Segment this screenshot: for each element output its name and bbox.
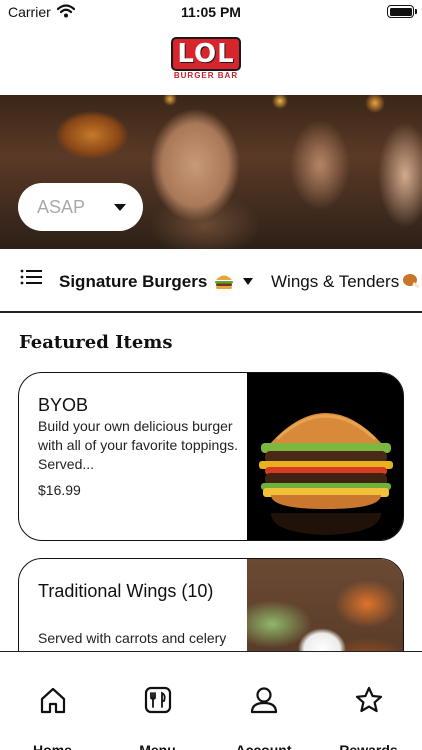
tab-rewards[interactable]: Rewards: [316, 652, 421, 750]
tab-label: Home: [33, 742, 72, 750]
battery-icon: [387, 5, 417, 18]
bottom-tab-bar: Home Menu Account Rewards: [0, 651, 422, 750]
item-description: Served with carrots and celery: [38, 630, 227, 646]
category-list-icon[interactable]: [20, 269, 42, 287]
clock: 11:05 PM: [181, 4, 241, 20]
brand-logo: LOL BURGER BAR: [171, 37, 241, 81]
order-time-selector[interactable]: ASAP: [18, 183, 143, 231]
category-dropdown-icon[interactable]: [243, 278, 253, 285]
account-icon: [250, 687, 278, 714]
category-divider: [0, 311, 422, 313]
order-time-value: ASAP: [37, 197, 86, 217]
chevron-down-icon: [114, 204, 126, 211]
tab-label: Menu: [139, 742, 176, 750]
menu-icon: [144, 686, 172, 714]
category-tab-wings-tenders[interactable]: Wings & Tenders: [271, 272, 399, 292]
drumstick-icon: [403, 274, 420, 289]
item-price: $16.99: [38, 482, 81, 498]
item-name: Traditional Wings (10): [38, 581, 214, 601]
tab-menu[interactable]: Menu: [105, 652, 210, 750]
tab-label: Rewards: [339, 742, 398, 750]
item-name: BYOB: [38, 395, 89, 415]
hero-lights: [0, 95, 422, 115]
tab-account[interactable]: Account: [211, 652, 316, 750]
burger-icon: [215, 275, 233, 289]
star-icon: [355, 686, 383, 713]
category-tab-signature-burgers[interactable]: Signature Burgers: [59, 272, 207, 292]
featured-item-card[interactable]: BYOB Build your own delicious burger wit…: [18, 372, 404, 541]
status-bar: Carrier 11:05 PM: [0, 0, 422, 24]
item-description: Build your own delicious burger with all…: [38, 418, 238, 472]
logo-subtext: BURGER BAR: [173, 71, 239, 80]
tab-home[interactable]: Home: [0, 652, 105, 750]
burger-photo: [247, 373, 403, 540]
logo-wordmark: LOL: [171, 37, 241, 71]
home-icon: [40, 687, 66, 714]
tab-label: Account: [235, 742, 292, 750]
category-bar: Signature Burgers Wings & Tenders: [0, 258, 422, 310]
section-title: Featured Items: [19, 332, 173, 353]
